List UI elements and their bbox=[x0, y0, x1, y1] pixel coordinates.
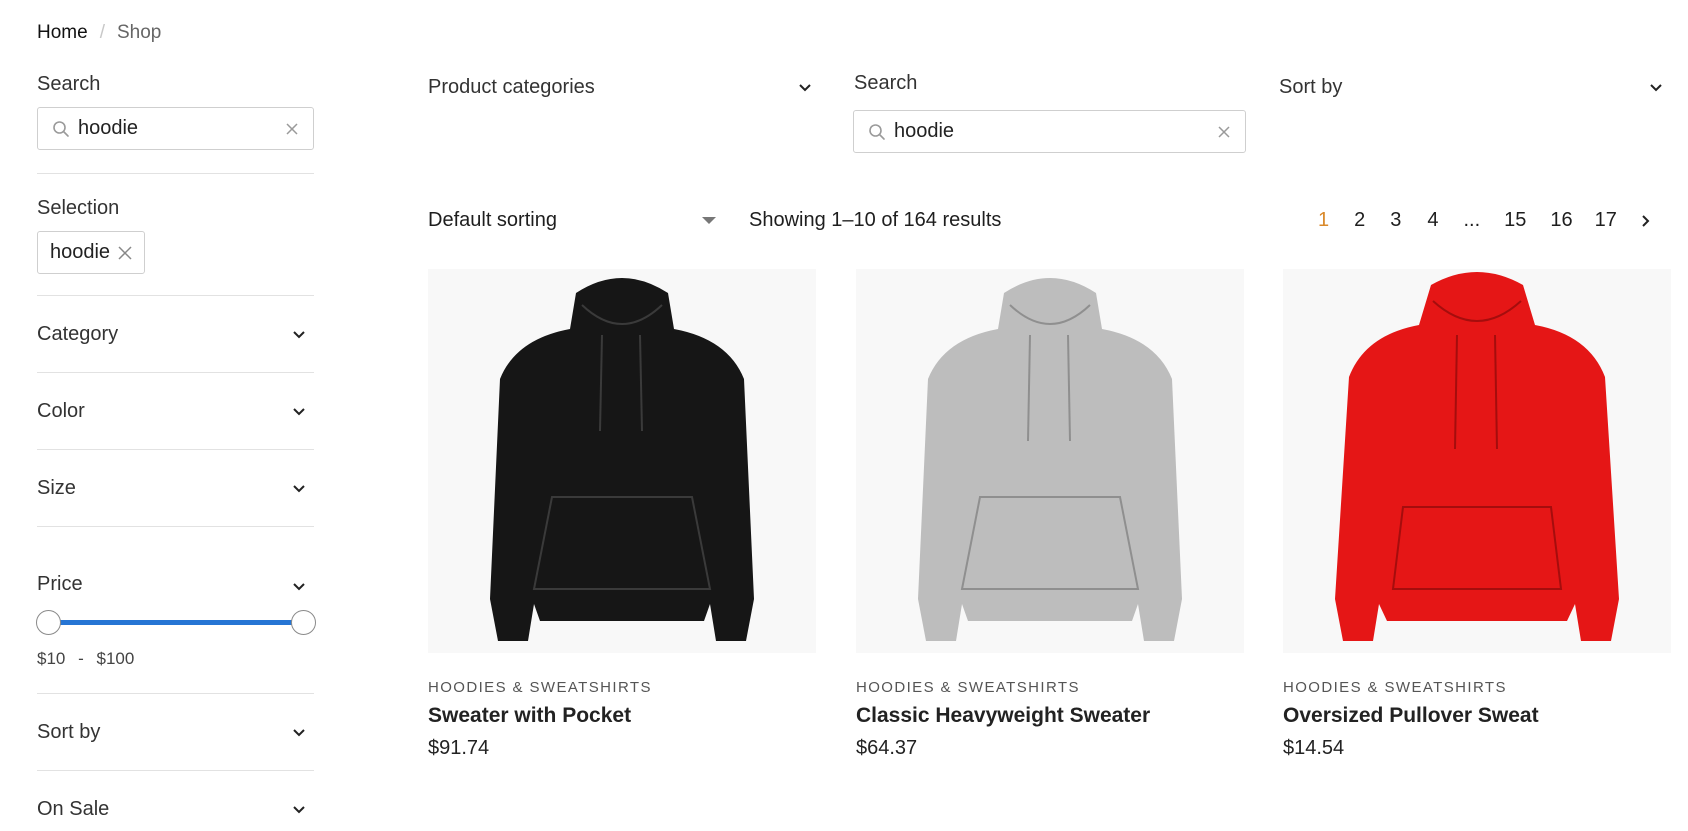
black-hoodie-image bbox=[490, 278, 754, 641]
caret-down-icon bbox=[702, 217, 716, 224]
price-dash: - bbox=[78, 649, 84, 668]
selection-label: Selection bbox=[37, 197, 120, 219]
page-ellipsis: ... bbox=[1463, 209, 1481, 231]
breadcrumb-current: Shop bbox=[116, 22, 162, 43]
filter-price[interactable]: Price bbox=[37, 527, 314, 603]
product-category: HOODIES & SWEATSHIRTS bbox=[1283, 679, 1507, 696]
product-name[interactable]: Sweater with Pocket bbox=[428, 704, 816, 728]
gray-hoodie-image bbox=[918, 278, 1182, 641]
product-name[interactable]: Oversized Pullover Sweat bbox=[1283, 704, 1671, 728]
product-image[interactable] bbox=[1283, 269, 1671, 653]
filter-color[interactable]: Color bbox=[37, 373, 314, 449]
pagination: 1 2 3 4 ... 15 16 17 bbox=[1318, 209, 1650, 232]
price-max-handle[interactable] bbox=[291, 610, 316, 635]
selection-chip[interactable]: hoodie bbox=[37, 231, 146, 274]
divider bbox=[37, 173, 314, 174]
sidebar-search-input[interactable]: hoodie bbox=[37, 107, 314, 150]
price-slider-track bbox=[47, 620, 304, 625]
breadcrumb-separator: / bbox=[99, 22, 105, 43]
default-sorting-select[interactable]: Default sorting bbox=[428, 209, 716, 232]
red-hoodie-image bbox=[1335, 272, 1619, 641]
chevron-down-icon bbox=[293, 330, 305, 338]
chevron-down-icon bbox=[293, 407, 305, 415]
page-link[interactable]: 3 bbox=[1390, 209, 1401, 232]
price-range-readout: $10 - $100 bbox=[37, 649, 314, 669]
chevron-right-icon[interactable] bbox=[1641, 214, 1650, 228]
product-categories-label: Product categories bbox=[428, 76, 595, 98]
sidebar-search-label: Search bbox=[37, 73, 101, 95]
page-link[interactable]: 15 bbox=[1504, 209, 1526, 232]
breadcrumb: Home / Shop bbox=[37, 22, 161, 44]
product-price: $14.54 bbox=[1283, 737, 1345, 759]
default-sorting-label: Default sorting bbox=[428, 209, 557, 231]
filter-size[interactable]: Size bbox=[37, 450, 314, 526]
chevron-down-icon bbox=[293, 728, 305, 736]
product-image[interactable] bbox=[428, 269, 816, 653]
price-min: $10 bbox=[37, 649, 66, 668]
page-link[interactable]: 16 bbox=[1550, 209, 1572, 232]
search-icon bbox=[869, 123, 885, 140]
product-card[interactable]: HOODIES & SWEATSHIRTS Sweater with Pocke… bbox=[428, 269, 816, 760]
filter-sidebar: Search hoodie Selection hoodie Category … bbox=[36, 72, 316, 831]
price-max: $100 bbox=[96, 649, 135, 668]
product-category: HOODIES & SWEATSHIRTS bbox=[856, 679, 1080, 696]
main-search-input[interactable]: hoodie bbox=[853, 110, 1246, 153]
filter-sort-by[interactable]: Sort by bbox=[37, 694, 314, 770]
product-image[interactable] bbox=[856, 269, 1244, 653]
clear-search-icon[interactable] bbox=[1217, 125, 1231, 139]
sort-by-label: Sort by bbox=[1279, 76, 1343, 98]
search-icon bbox=[53, 120, 69, 137]
page-link[interactable]: 4 bbox=[1427, 209, 1438, 232]
product-category: HOODIES & SWEATSHIRTS bbox=[428, 679, 652, 696]
price-min-handle[interactable] bbox=[36, 610, 61, 635]
chevron-down-icon bbox=[293, 484, 305, 492]
page-link[interactable]: 17 bbox=[1595, 209, 1617, 232]
filter-category[interactable]: Category bbox=[37, 296, 314, 372]
filter-on-sale-label: On Sale bbox=[37, 797, 110, 820]
remove-chip-icon[interactable] bbox=[118, 245, 132, 260]
filter-on-sale[interactable]: On Sale bbox=[37, 771, 314, 831]
price-range-slider[interactable] bbox=[36, 607, 316, 637]
chevron-down-icon bbox=[293, 583, 305, 591]
filter-price-label: Price bbox=[37, 573, 83, 595]
product-price: $91.74 bbox=[428, 737, 490, 759]
product-price: $64.37 bbox=[856, 737, 918, 759]
chevron-down-icon bbox=[799, 84, 811, 92]
chevron-down-icon bbox=[1650, 84, 1662, 92]
main-search-value: hoodie bbox=[894, 120, 955, 142]
results-count: Showing 1–10 of 164 results bbox=[749, 209, 1002, 231]
sort-by-dropdown[interactable]: Sort by bbox=[1279, 76, 1663, 99]
product-name[interactable]: Classic Heavyweight Sweater bbox=[856, 704, 1244, 728]
page-link[interactable]: 2 bbox=[1354, 209, 1365, 232]
selection-chip-label: hoodie bbox=[50, 241, 111, 263]
clear-search-icon[interactable] bbox=[285, 122, 299, 136]
main-search-label: Search bbox=[854, 72, 918, 94]
sidebar-search-value: hoodie bbox=[78, 117, 139, 139]
filter-size-label: Size bbox=[37, 476, 76, 499]
product-card[interactable]: HOODIES & SWEATSHIRTS Oversized Pullover… bbox=[1283, 269, 1671, 760]
filter-category-label: Category bbox=[37, 322, 119, 345]
filter-color-label: Color bbox=[37, 399, 85, 422]
page-current[interactable]: 1 bbox=[1318, 209, 1329, 232]
filter-sort-by-label: Sort by bbox=[37, 720, 101, 743]
product-categories-dropdown[interactable]: Product categories bbox=[428, 76, 812, 99]
chevron-down-icon bbox=[293, 805, 305, 813]
breadcrumb-home-link[interactable]: Home bbox=[37, 22, 88, 44]
product-card[interactable]: HOODIES & SWEATSHIRTS Classic Heavyweigh… bbox=[856, 269, 1244, 760]
